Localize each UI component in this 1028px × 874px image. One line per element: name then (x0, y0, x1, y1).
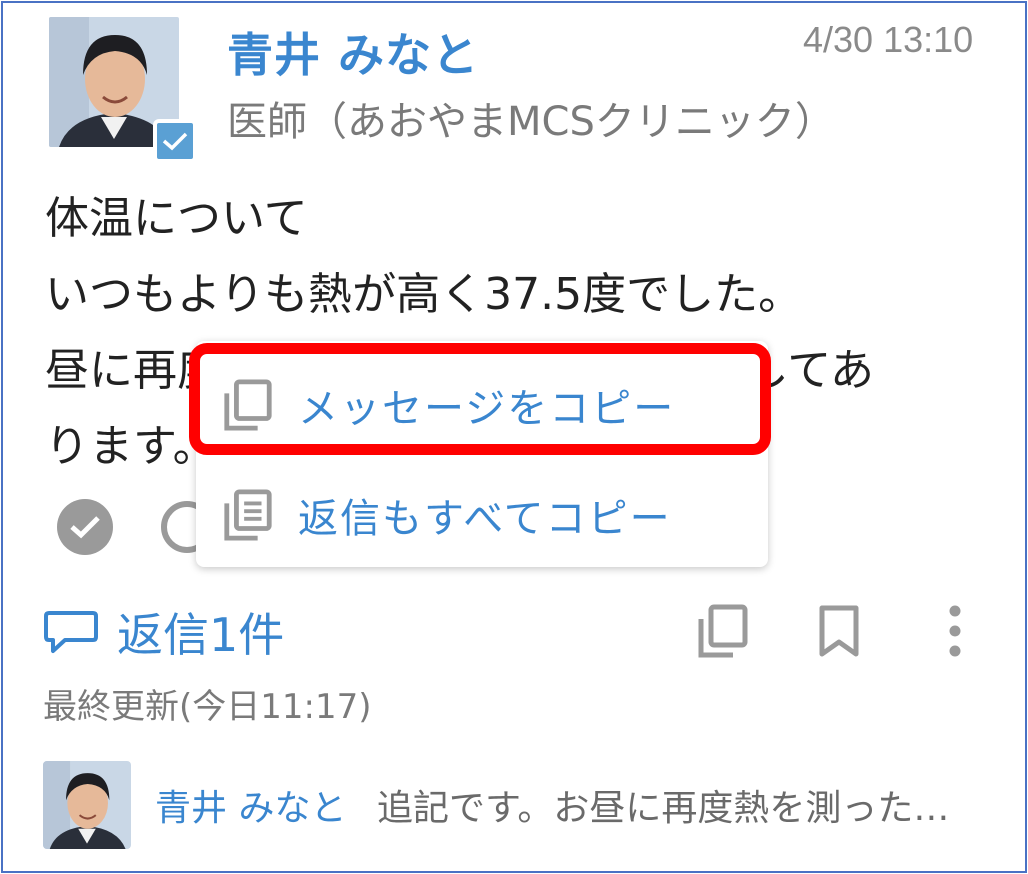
author-role: 医師（あおやまMCSクリニック） (227, 99, 835, 145)
bookmark-button[interactable] (809, 601, 869, 661)
author-name[interactable]: 青井 みなと (227, 19, 479, 85)
verified-badge (153, 119, 197, 163)
reply-preview-text[interactable]: 追記です。お昼に再度熱を測った… (377, 779, 995, 831)
message-line: 体温について (45, 193, 308, 244)
copy-list-icon (220, 487, 276, 543)
context-menu: メッセージをコピー 返信もすべてコピー (196, 341, 768, 567)
reply-author-avatar[interactable] (43, 761, 131, 849)
speech-bubble-icon (44, 611, 98, 653)
copy-icon (698, 604, 748, 658)
reply-count-link[interactable]: 返信1件 (43, 599, 284, 665)
bookmark-icon (819, 605, 859, 657)
message-card: 青井 みなと 4/30 13:10 医師（あおやまMCSクリニック） 体温につい… (1, 1, 1027, 873)
last-updated: 最終更新(今日11:17) (43, 687, 372, 727)
check-badge-icon (162, 132, 188, 151)
copy-icon (220, 377, 276, 433)
copy-button[interactable] (693, 601, 753, 661)
reply-count-label: 返信1件 (117, 608, 285, 662)
copy-all-label: 返信もすべてコピー (298, 496, 672, 542)
more-options-button[interactable] (925, 601, 985, 661)
more-vertical-icon (949, 605, 961, 657)
copy-all-replies-menu-item[interactable]: 返信もすべてコピー (196, 463, 768, 567)
check-reaction-button[interactable] (57, 499, 113, 555)
copy-message-menu-item[interactable]: メッセージをコピー (196, 353, 768, 457)
copy-message-label: メッセージをコピー (298, 386, 676, 432)
reply-author-name[interactable]: 青井 みなと (155, 779, 346, 831)
message-line: いつもよりも熱が高く37.5度でした。 (45, 269, 803, 320)
post-timestamp: 4/30 13:10 (803, 19, 974, 60)
check-circle-icon (70, 516, 100, 539)
